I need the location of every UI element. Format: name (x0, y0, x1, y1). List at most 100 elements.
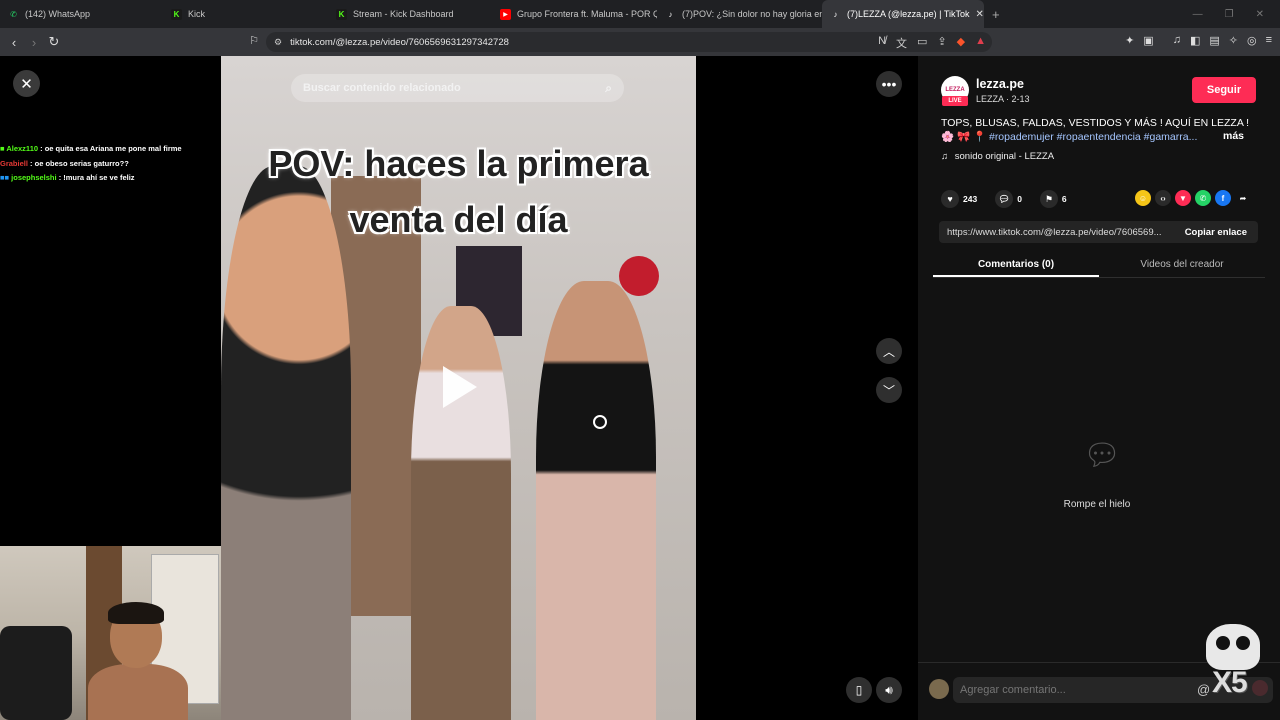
close-icon: ✕ (20, 75, 33, 93)
chevron-up-icon: ︿ (882, 344, 895, 359)
video-player[interactable]: Buscar contenido relacionado ⌕ POV: hace… (221, 56, 696, 720)
address-bar[interactable]: ⚙ tiktok.com/@lezza.pe/video/76065696312… (266, 32, 992, 52)
comment-icon[interactable]: 💬︎ (995, 190, 1014, 208)
chat-text: : oe obeso serias gaturro?? (30, 158, 129, 168)
pip-button[interactable]: ▯ (846, 677, 872, 703)
chat-message: Grabiell : oe obeso serias gaturro?? (0, 157, 221, 172)
chat-message: ■ Alexz110 : oe quita esa Ariana me pone… (0, 142, 221, 157)
skull-eye (1236, 636, 1250, 650)
facebook-icon[interactable]: f (1215, 190, 1231, 206)
creator-username[interactable]: lezza.pe (976, 77, 1024, 91)
video-hashtags[interactable]: 🌸 🎀 📍 #ropademujer #ropaentendencia #gam… (941, 130, 1257, 143)
volume-icon: 🔊︎ (885, 682, 893, 697)
skull-eye (1216, 636, 1230, 650)
mention-icon[interactable]: @ (1197, 682, 1210, 697)
brave-rewards-icon[interactable]: ▲ (975, 35, 986, 51)
maximize-icon[interactable]: ❐ (1225, 9, 1234, 20)
new-tab-button[interactable]: + (984, 7, 1008, 22)
search-icon[interactable]: ⌕ (605, 81, 612, 96)
close-window-icon[interactable]: ✕ (1256, 9, 1264, 20)
bookmark-icon[interactable]: ⚑ (1039, 190, 1058, 208)
loading-ring-icon (593, 415, 607, 429)
no-track-icon[interactable]: N̸ (878, 35, 886, 51)
next-video-button[interactable]: ﹀ (876, 377, 902, 403)
omnibox-actions: N̸ 文 ▭ ⇪ ◆ ▲ (878, 35, 986, 51)
browser-tab-tiktok-lezza[interactable]: ♪ (7)LEZZA (@lezza.pe) | TikTok ✕ (822, 0, 984, 28)
brave-shield-icon[interactable]: ◆ (957, 35, 965, 51)
stream-chat-overlay: ■ Alexz110 : oe quita esa Ariana me pone… (0, 142, 221, 186)
like-icon[interactable]: ♥ (941, 190, 959, 208)
empty-comments-text: Rompe el hielo (1063, 499, 1131, 510)
volume-button[interactable]: 🔊︎ (876, 677, 902, 703)
cast-icon[interactable]: ▭ (917, 35, 927, 51)
follow-button[interactable]: Seguir (1192, 77, 1256, 103)
url-text: tiktok.com/@lezza.pe/video/7606569631297… (290, 36, 509, 48)
whatsapp-icon: ✆ (10, 9, 17, 19)
tab-creator-videos[interactable]: Videos del creador (1099, 252, 1265, 277)
tab-label: Kick (188, 9, 206, 19)
chat-username: Grabiell (0, 158, 28, 168)
send-comment-button[interactable] (1252, 680, 1268, 696)
save-count: 6 (1061, 194, 1067, 204)
chat-badge-icon: ■ (0, 144, 5, 153)
chat-text: : oe quita esa Ariana me pone mal firme (40, 144, 182, 153)
avatar-text: LEZZA (945, 87, 965, 93)
panel-tabs: Comentarios (0) Videos del creador (933, 252, 1265, 278)
reload-icon[interactable]: ↻ (44, 34, 64, 50)
comment-count: 0 (1017, 194, 1022, 204)
caption-line: venta del día (349, 199, 568, 240)
browser-tab-kick-dashboard[interactable]: K Stream - Kick Dashboard (328, 0, 492, 28)
sound-link[interactable]: ♫ sonido original - LEZZA (941, 151, 1054, 162)
forward-icon[interactable]: › (24, 35, 44, 50)
menu-icon[interactable]: ≡ (1266, 34, 1272, 47)
streamer-body (88, 664, 188, 720)
video-description: TOPS, BLUSAS, FALDAS, VESTIDOS Y MÁS ! A… (941, 117, 1250, 129)
copy-link-button[interactable]: Copiar enlace (1174, 227, 1258, 238)
share-arrow-icon[interactable]: ➦ (1235, 190, 1251, 206)
browser-toolbar: ‹ › ↻ ⚐ ⚙ tiktok.com/@lezza.pe/video/760… (0, 28, 1280, 56)
related-search-input[interactable]: Buscar contenido relacionado ⌕ (291, 74, 624, 102)
live-badge: LIVE (942, 96, 968, 106)
previous-video-button[interactable]: ︿ (876, 338, 902, 364)
bookmark-icon[interactable]: ⚐ (244, 34, 264, 47)
close-tab-icon[interactable]: ✕ (970, 9, 984, 20)
chat-username: josephselshi (11, 173, 57, 182)
wallet-icon[interactable]: ▤ (1209, 34, 1219, 47)
webcam-feed (0, 546, 221, 720)
embed-icon[interactable]: ‹› (1155, 190, 1171, 206)
extensions-icon[interactable]: ✦ (1125, 34, 1134, 47)
chevron-down-icon: ﹀ (882, 383, 895, 398)
browser-tab-kick[interactable]: K Kick (163, 0, 328, 28)
tab-label: (142) WhatsApp (25, 9, 91, 19)
chat-username: Alexz110 (6, 144, 39, 153)
share-icon[interactable]: ⇪ (937, 35, 946, 51)
music-icon[interactable]: ♫ (1173, 34, 1181, 47)
music-note-icon: ♫ (941, 151, 949, 162)
tab-label: Grupo Frontera ft. Maluma - POR QUÉ (517, 9, 657, 19)
like-count: 243 (963, 194, 978, 204)
minimize-icon[interactable]: — (1193, 9, 1203, 20)
chat-badge-icon: ■■ (0, 173, 10, 182)
screenshot-icon[interactable]: ▣ (1143, 34, 1153, 47)
translate-icon[interactable]: 文 (896, 35, 907, 51)
ai-icon[interactable]: ✧ (1229, 34, 1238, 47)
play-icon[interactable] (443, 366, 477, 408)
back-icon[interactable]: ‹ (4, 35, 24, 50)
tab-comments[interactable]: Comentarios (0) (933, 252, 1099, 277)
site-info-icon[interactable]: ⚙ (274, 37, 282, 48)
more-link[interactable]: más (1219, 130, 1245, 142)
whatsapp-share-icon[interactable]: ✆ (1195, 190, 1211, 206)
browser-tab-whatsapp[interactable]: ✆ (142) WhatsApp (0, 0, 163, 28)
sidebar-icon[interactable]: ◧ (1190, 34, 1200, 47)
friends-share-icon[interactable]: ☺ (1135, 190, 1151, 206)
more-options-button[interactable]: ••• (876, 71, 902, 97)
window-controls: — ❐ ✕ (1193, 0, 1280, 28)
youtube-icon: ▶ (500, 8, 511, 20)
more-icon: ••• (881, 76, 897, 92)
send-icon[interactable]: ▼ (1175, 190, 1191, 206)
vpn-icon[interactable]: ◎ (1247, 34, 1257, 47)
browser-tab-youtube[interactable]: ▶ Grupo Frontera ft. Maluma - POR QUÉ (492, 0, 657, 28)
video-person-left (221, 166, 351, 720)
browser-tab-tiktok-pov[interactable]: ♪ (7)POV: ¿Sin dolor no hay gloria en la (657, 0, 823, 28)
close-video-button[interactable]: ✕ (13, 70, 40, 97)
